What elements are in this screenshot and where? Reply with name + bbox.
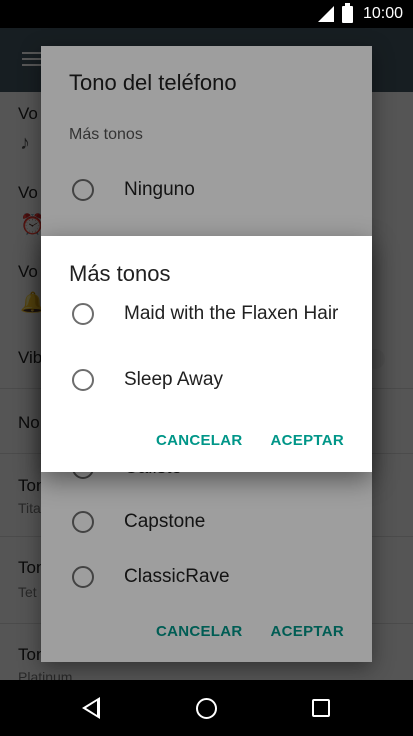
tone-option[interactable]: Sleep Away [41, 368, 372, 392]
radio-button-icon[interactable] [72, 369, 94, 391]
accept-button[interactable]: ACEPTAR [271, 432, 345, 449]
radio-button-icon[interactable] [72, 303, 94, 325]
dialog-actions: CANCELAR ACEPTAR [156, 432, 344, 449]
dialog-title: Más tonos [69, 261, 171, 286]
more-tones-dialog: Más tonos Maid with the Flaxen Hair Slee… [41, 236, 372, 472]
back-icon[interactable] [82, 697, 100, 719]
navigation-bar [0, 680, 413, 736]
signal-icon [317, 6, 334, 22]
tone-option[interactable]: Maid with the Flaxen Hair [41, 302, 372, 326]
cancel-button[interactable]: CANCELAR [156, 432, 243, 449]
status-bar: 10:00 [0, 0, 413, 28]
tone-option-label: Maid with the Flaxen Hair [124, 303, 339, 324]
home-icon[interactable] [196, 698, 217, 719]
status-icons: 10:00 [317, 2, 403, 24]
battery-icon [341, 2, 353, 23]
tone-option-label: Sleep Away [124, 369, 223, 390]
status-time: 10:00 [362, 5, 403, 22]
recents-icon[interactable] [312, 699, 330, 717]
